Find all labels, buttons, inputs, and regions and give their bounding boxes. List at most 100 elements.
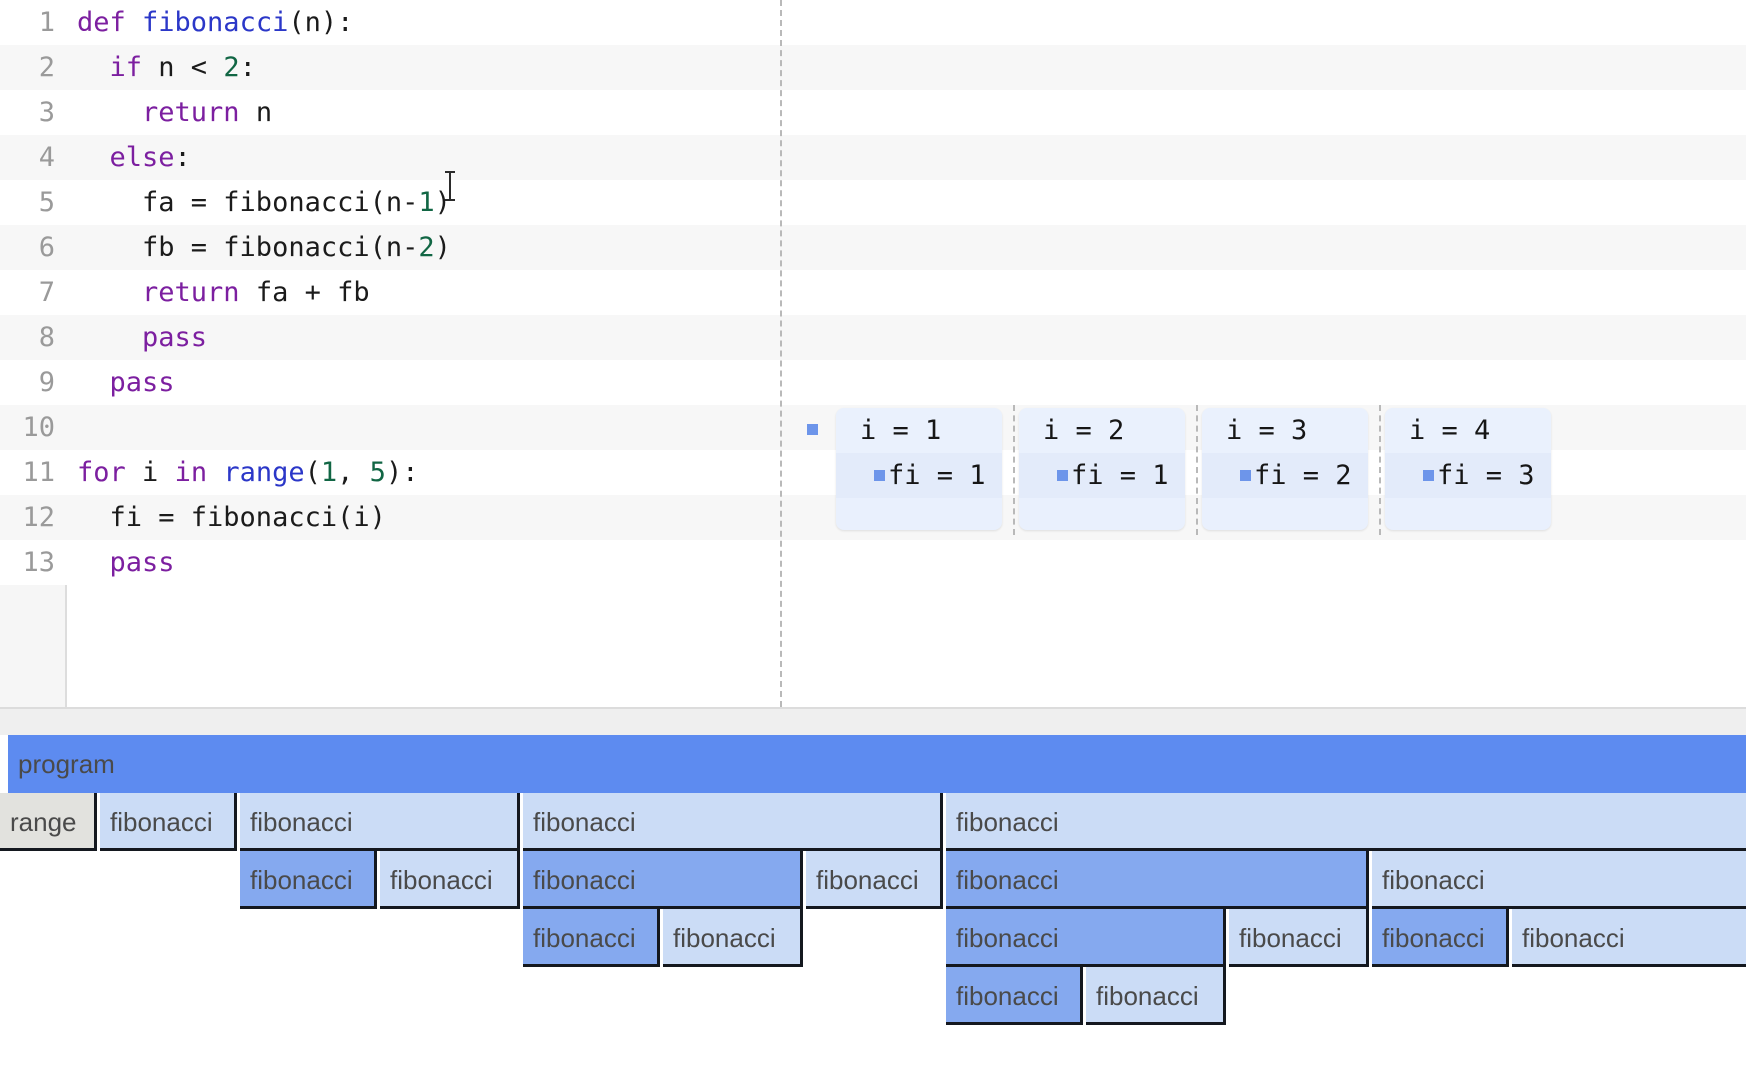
code-line[interactable]: 3 return n bbox=[0, 90, 1746, 135]
inline-value-box[interactable]: i = 2fi = 1 bbox=[1019, 408, 1185, 530]
flamegraph-call-node[interactable]: fibonacci bbox=[1229, 909, 1369, 967]
code-token: i bbox=[126, 457, 175, 488]
code-token bbox=[77, 322, 142, 353]
flamegraph-call-node[interactable]: fibonacci bbox=[523, 793, 943, 851]
code-line[interactable]: 7 return fa + fb bbox=[0, 270, 1746, 315]
code-line-text[interactable]: return n bbox=[77, 90, 272, 135]
value-marker-icon bbox=[1240, 470, 1251, 481]
code-token: n bbox=[240, 97, 273, 128]
line-number: 10 bbox=[0, 405, 55, 450]
code-token bbox=[77, 277, 142, 308]
flamegraph-call-node[interactable]: fibonacci bbox=[100, 793, 237, 851]
result-variable-label: fi = 3 bbox=[1437, 460, 1535, 491]
inline-value-box[interactable]: i = 1 fi = 1 bbox=[836, 408, 1002, 530]
flamegraph-call-node[interactable]: fibonacci bbox=[1372, 909, 1509, 967]
result-variable-label: fi = 1 bbox=[888, 460, 986, 491]
code-token: n < bbox=[142, 52, 223, 83]
loop-variable-value: i = 2 bbox=[1019, 408, 1185, 453]
code-line-text[interactable]: else: bbox=[77, 135, 191, 180]
code-line-text[interactable]: fa = fibonacci(n-1) bbox=[77, 180, 451, 225]
code-line[interactable]: 9 pass bbox=[0, 360, 1746, 405]
line-number: 6 bbox=[0, 225, 55, 270]
code-line[interactable]: 8 pass bbox=[0, 315, 1746, 360]
code-line-text[interactable]: return fa + fb bbox=[77, 270, 370, 315]
code-token: fb = fibonacci(n- bbox=[77, 232, 418, 263]
result-variable-value: fi = 1 bbox=[1019, 453, 1185, 498]
flamegraph-builtin-node[interactable]: range bbox=[0, 793, 97, 851]
code-line[interactable]: 5 fa = fibonacci(n-1) bbox=[0, 180, 1746, 225]
code-line-text[interactable]: for i in range(1, 5): bbox=[77, 450, 418, 495]
value-box-divider-3 bbox=[1196, 405, 1198, 535]
flamegraph-call-node[interactable]: fibonacci bbox=[663, 909, 803, 967]
value-marker-icon bbox=[1057, 470, 1068, 481]
code-token: , bbox=[337, 457, 370, 488]
code-token: : bbox=[175, 142, 191, 173]
code-line-text[interactable]: pass bbox=[77, 315, 207, 360]
code-line-text[interactable]: fi = fibonacci(i) bbox=[77, 495, 386, 540]
code-line-text[interactable]: pass bbox=[77, 540, 175, 585]
line-number: 3 bbox=[0, 90, 55, 135]
text-caret bbox=[449, 171, 451, 201]
flamegraph-call-node[interactable]: fibonacci bbox=[523, 851, 803, 909]
flamegraph-call-node[interactable]: fibonacci bbox=[240, 851, 377, 909]
code-token: return bbox=[142, 277, 240, 308]
code-line-text[interactable]: pass bbox=[77, 360, 175, 405]
code-line-text[interactable]: fb = fibonacci(n-2) bbox=[77, 225, 451, 270]
code-token: fibonacci bbox=[142, 7, 288, 38]
code-token bbox=[77, 97, 142, 128]
code-token: 1 bbox=[321, 457, 337, 488]
code-token: : bbox=[240, 52, 256, 83]
code-line[interactable]: 4 else: bbox=[0, 135, 1746, 180]
inline-values-divider bbox=[780, 0, 782, 707]
code-line-background bbox=[0, 315, 1746, 360]
code-token: fi = fibonacci(i) bbox=[77, 502, 386, 533]
code-line[interactable]: 1 def fibonacci(n): bbox=[0, 0, 1746, 45]
code-token: 2 bbox=[418, 232, 434, 263]
line-number: 1 bbox=[0, 0, 55, 45]
code-token: 5 bbox=[370, 457, 386, 488]
flamegraph-call-node[interactable]: fibonacci bbox=[240, 793, 520, 851]
code-token: def bbox=[77, 7, 142, 38]
result-variable-value: fi = 1 bbox=[836, 453, 1002, 498]
flamegraph-call-node[interactable]: fibonacci bbox=[380, 851, 520, 909]
code-token: for bbox=[77, 457, 126, 488]
flamegraph-call-node[interactable]: fibonacci bbox=[946, 851, 1369, 909]
flamegraph-call-node[interactable]: fibonacci bbox=[1372, 851, 1746, 909]
flamegraph-call-node[interactable]: fibonacci bbox=[946, 909, 1226, 967]
code-line-background bbox=[0, 45, 1746, 90]
line-number: 9 bbox=[0, 360, 55, 405]
inline-value-box[interactable]: i = 3 fi = 2 bbox=[1202, 408, 1368, 530]
code-token: ) bbox=[435, 232, 451, 263]
code-line-text[interactable]: def fibonacci(n): bbox=[77, 0, 353, 45]
code-token: return bbox=[142, 97, 240, 128]
code-token bbox=[77, 142, 110, 173]
panel-divider[interactable] bbox=[0, 707, 1746, 735]
flamegraph-call-node[interactable]: fibonacci bbox=[946, 967, 1083, 1025]
inline-value-box[interactable]: i = 4fi = 3 bbox=[1385, 408, 1551, 530]
flamegraph-call-node[interactable]: fibonacci bbox=[1086, 967, 1226, 1025]
call-stack-flamegraph-panel[interactable]: programrangefibonaccifibonaccifibonaccif… bbox=[0, 735, 1746, 1080]
loop-iteration-marker bbox=[807, 424, 818, 435]
code-token bbox=[207, 457, 223, 488]
flamegraph-call-node[interactable]: fibonacci bbox=[1512, 909, 1746, 967]
result-variable-label: fi = 2 bbox=[1254, 460, 1352, 491]
code-token: range bbox=[223, 457, 304, 488]
loop-variable-value: i = 3 bbox=[1202, 408, 1368, 453]
code-editor-panel[interactable]: 1def fibonacci(n):2 if n < 2:3 return n4… bbox=[0, 0, 1746, 707]
flamegraph-call-node[interactable]: fibonacci bbox=[946, 793, 1746, 851]
flamegraph-call-node[interactable]: fibonacci bbox=[523, 909, 660, 967]
code-token bbox=[77, 547, 110, 578]
result-variable-value: fi = 3 bbox=[1385, 453, 1551, 498]
code-token bbox=[77, 367, 110, 398]
flamegraph-call-node[interactable]: fibonacci bbox=[806, 851, 943, 909]
code-token bbox=[77, 52, 110, 83]
flamegraph-root-node[interactable]: program bbox=[8, 735, 1746, 793]
code-line-background bbox=[0, 135, 1746, 180]
code-token: 2 bbox=[223, 52, 239, 83]
code-line[interactable]: 6 fb = fibonacci(n-2) bbox=[0, 225, 1746, 270]
code-line[interactable]: 2 if n < 2: bbox=[0, 45, 1746, 90]
code-line[interactable]: 13 pass bbox=[0, 540, 1746, 585]
code-line-text[interactable]: if n < 2: bbox=[77, 45, 256, 90]
code-line-background bbox=[0, 540, 1746, 585]
loop-variable-value: i = 1 bbox=[836, 408, 1002, 453]
